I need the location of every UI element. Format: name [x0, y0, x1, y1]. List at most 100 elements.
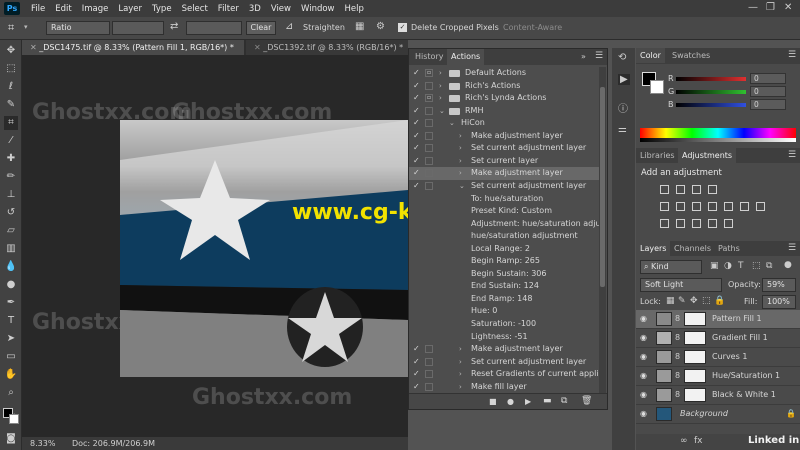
dialog-toggle[interactable]: ▫ — [425, 94, 433, 103]
chevron-right-icon[interactable]: › — [459, 130, 462, 143]
tab-swatches[interactable]: Swatches — [668, 48, 714, 63]
chevron-down-icon[interactable]: ⌄ — [449, 117, 455, 130]
play-icon[interactable]: ▶ — [525, 397, 531, 406]
actions-scrollbar[interactable] — [599, 67, 606, 393]
action-step-detail[interactable]: End Ramp: 148 — [409, 293, 605, 306]
dialog-toggle[interactable] — [425, 345, 433, 354]
posterize-icon[interactable] — [676, 219, 685, 228]
lock-position-icon[interactable]: ✥ — [690, 296, 698, 306]
action-set-row[interactable]: ✓ ▫ › Default Actions — [409, 67, 605, 80]
channel-slider[interactable] — [676, 90, 746, 94]
filter-type-icon[interactable]: T — [738, 261, 744, 271]
dialog-toggle[interactable] — [425, 181, 433, 190]
stop-icon[interactable]: ■ — [489, 397, 497, 406]
action-step-detail[interactable]: Adjustment: hue/saturation adjust... — [409, 218, 605, 231]
action-step-detail[interactable]: hue/saturation adjustment — [409, 230, 605, 243]
toggle-item-checkmark-icon[interactable]: ✓ — [413, 117, 421, 130]
dialog-toggle[interactable] — [425, 81, 433, 90]
chevron-right-icon[interactable]: › — [459, 368, 462, 381]
menu-view[interactable]: View — [266, 4, 296, 14]
action-row[interactable]: ✓ › Set current adjustment layer — [409, 356, 605, 369]
type-tool-icon[interactable]: T — [4, 314, 18, 328]
dialog-toggle[interactable] — [425, 169, 433, 178]
eye-icon[interactable]: ◉ — [640, 314, 647, 323]
document-image[interactable] — [120, 120, 408, 377]
channel-mixer-icon[interactable] — [740, 202, 749, 211]
action-step-detail[interactable]: To: hue/saturation — [409, 193, 605, 206]
menu-edit[interactable]: Edit — [50, 4, 76, 14]
toggle-item-checkmark-icon[interactable]: ✓ — [413, 130, 421, 143]
tab-actions[interactable]: Actions — [447, 49, 485, 65]
dialog-toggle[interactable] — [425, 357, 433, 366]
content-aware-label[interactable]: Content-Aware — [503, 23, 562, 32]
panel-menu-icon[interactable]: ☰ — [595, 51, 603, 61]
toggle-item-checkmark-icon[interactable]: ✓ — [413, 155, 421, 168]
clone-stamp-tool-icon[interactable]: ⊥ — [4, 188, 18, 202]
dialog-toggle[interactable] — [425, 156, 433, 165]
channel-slider[interactable] — [676, 103, 746, 107]
layer-mask-thumbnail[interactable] — [684, 350, 706, 364]
eye-icon[interactable]: ◉ — [640, 390, 647, 399]
close-icon[interactable]: ✕ — [784, 2, 792, 13]
menu-help[interactable]: Help — [340, 4, 369, 14]
chevron-right-icon[interactable]: › — [459, 356, 462, 369]
link-icon[interactable]: 8 — [675, 390, 680, 399]
actions-panel-icon[interactable]: ▶ — [618, 74, 630, 85]
action-row[interactable]: ✓ › Make fill layer — [409, 381, 605, 394]
toggle-item-checkmark-icon[interactable]: ✓ — [413, 343, 421, 356]
action-set-row[interactable]: ✓ ▫ › Rich's Lynda Actions — [409, 92, 605, 105]
filter-adjustment-icon[interactable]: ◑ — [724, 261, 732, 271]
exposure-icon[interactable] — [708, 185, 717, 194]
layer-row[interactable]: ◉ 8 Gradient Fill 1 — [636, 329, 800, 348]
shape-tool-icon[interactable]: ▭ — [4, 350, 18, 364]
threshold-icon[interactable] — [692, 219, 701, 228]
ratio-select[interactable]: Ratio — [46, 21, 110, 35]
history-brush-tool-icon[interactable]: ↺ — [4, 206, 18, 220]
zoom-level[interactable]: 8.33% — [30, 439, 55, 448]
grayscale-bar[interactable] — [640, 138, 796, 142]
menu-type[interactable]: Type — [147, 4, 177, 14]
brightness-contrast-icon[interactable] — [660, 185, 669, 194]
action-step-detail[interactable]: Begin Sustain: 306 — [409, 268, 605, 281]
gear-icon[interactable]: ⚙ — [376, 21, 385, 32]
doc-tab-active[interactable]: ✕ _DSC1475.tif @ 8.33% (Pattern Fill 1, … — [22, 40, 244, 55]
filter-smart-object-icon[interactable]: ⧉ — [766, 261, 772, 271]
new-action-icon[interactable]: ⧉ — [561, 396, 567, 406]
toggle-item-checkmark-icon[interactable]: ✓ — [413, 67, 421, 80]
eyedropper-tool-icon[interactable]: ⁄ — [4, 134, 18, 148]
action-row[interactable]: ✓ › Reset Gradients of current applicat... — [409, 368, 605, 381]
eye-icon[interactable]: ◉ — [640, 371, 647, 380]
panel-menu-icon[interactable]: ☰ — [788, 50, 796, 60]
menu-3d[interactable]: 3D — [244, 4, 266, 14]
selective-color-icon[interactable] — [708, 219, 717, 228]
toggle-item-checkmark-icon[interactable]: ✓ — [413, 381, 421, 394]
channel-value-field[interactable]: 0 — [750, 86, 786, 97]
blur-tool-icon[interactable]: 💧 — [4, 260, 18, 274]
panel-menu-icon[interactable]: ☰ — [788, 243, 796, 253]
toggle-item-checkmark-icon[interactable]: ✓ — [413, 180, 421, 193]
dialog-toggle[interactable] — [425, 382, 433, 391]
lock-pixels-icon[interactable]: ▦ — [666, 296, 675, 306]
layer-mask-thumbnail[interactable] — [684, 312, 706, 326]
invert-icon[interactable] — [660, 219, 669, 228]
color-spectrum-bar[interactable] — [640, 128, 796, 138]
eye-icon[interactable]: ◉ — [640, 409, 647, 418]
menu-window[interactable]: Window — [296, 4, 340, 14]
path-select-tool-icon[interactable]: ➤ — [4, 332, 18, 346]
dialog-toggle[interactable] — [425, 131, 433, 140]
menu-filter[interactable]: Filter — [213, 4, 244, 14]
curves-icon[interactable] — [692, 185, 701, 194]
background-color-swatch[interactable] — [9, 414, 19, 424]
menu-layer[interactable]: Layer — [113, 4, 147, 14]
dialog-toggle[interactable] — [425, 119, 433, 128]
levels-icon[interactable] — [676, 185, 685, 194]
toggle-item-checkmark-icon[interactable]: ✓ — [413, 356, 421, 369]
zoom-tool-icon[interactable]: ⌕ — [4, 386, 18, 400]
eye-icon[interactable]: ◉ — [640, 333, 647, 342]
chevron-down-icon[interactable]: ⌄ — [439, 105, 445, 118]
channel-value-field[interactable]: 0 — [750, 99, 786, 110]
grid-overlay-icon[interactable]: ▦ — [355, 21, 364, 32]
chevron-right-icon[interactable]: › — [459, 381, 462, 394]
chevron-right-icon[interactable]: › — [459, 155, 462, 168]
toggle-item-checkmark-icon[interactable]: ✓ — [413, 368, 421, 381]
